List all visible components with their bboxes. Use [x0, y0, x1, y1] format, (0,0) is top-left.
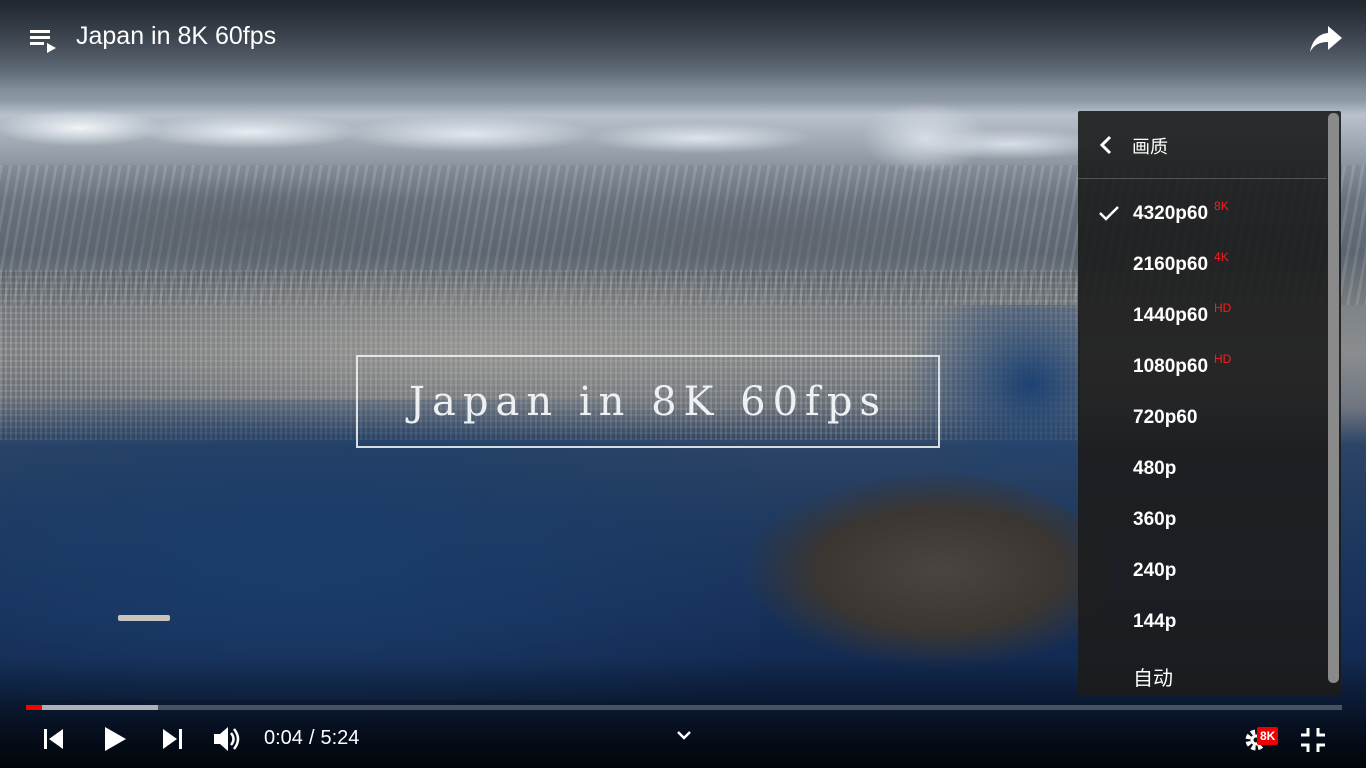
quality-option-label: 自动 — [1133, 668, 1173, 690]
quality-badge: 8K — [1214, 199, 1229, 213]
quality-badge: HD — [1214, 301, 1232, 315]
quality-option-1440p60[interactable]: 1440p60 HD — [1078, 290, 1327, 341]
quality-option-label: 720p60 — [1133, 407, 1198, 428]
top-bar: Japan in 8K 60fps — [0, 0, 1366, 76]
video-overlay-title: Japan in 8K 60fps — [356, 355, 940, 448]
current-time: 0:04 — [264, 727, 303, 749]
hill — [690, 470, 1110, 670]
video-overlay-text: Japan in 8K 60fps — [409, 378, 887, 425]
quality-menu: 画质 4320p60 8K 2160p60 4K 1440p60 HD 1080p60… — [1078, 111, 1341, 695]
progress-bar[interactable] — [26, 705, 1342, 710]
skip-previous-icon[interactable] — [40, 727, 66, 756]
ship — [118, 615, 170, 621]
quality-option-label: 4320p60 8K — [1133, 199, 1229, 224]
quality-option-480p[interactable]: 480p — [1078, 443, 1327, 494]
quality-option-label: 1080p60 HD — [1133, 352, 1232, 377]
time-separator: / — [308, 727, 315, 749]
quality-option-label: 240p — [1133, 560, 1177, 581]
skip-next-icon[interactable] — [160, 727, 186, 756]
settings-quality-badge: 8K — [1257, 727, 1279, 745]
quality-option-label: 1440p60 HD — [1133, 301, 1232, 326]
playlist-icon[interactable] — [28, 26, 58, 54]
quality-option-144p[interactable]: 144p — [1078, 596, 1327, 647]
quality-option-label: 144p — [1133, 611, 1177, 632]
menu-scrollbar[interactable] — [1327, 111, 1341, 695]
quality-option-4320p60[interactable]: 4320p60 8K — [1078, 188, 1327, 239]
progress-played — [26, 705, 43, 710]
quality-option-label: 360p — [1133, 509, 1177, 530]
quality-menu-title: 画质 — [1132, 137, 1168, 157]
quality-badge: 4K — [1214, 250, 1229, 264]
quality-option-auto[interactable]: 自动 — [1078, 647, 1327, 698]
progress-buffered — [26, 705, 158, 710]
duration: 5:24 — [320, 727, 360, 749]
time-display: 0:04/5:24 — [264, 727, 359, 750]
video-player[interactable]: Japan in 8K 60fps Japan in 8K 60fps 画质 4… — [0, 0, 1366, 768]
exit-fullscreen-icon[interactable] — [1298, 725, 1328, 760]
quality-option-1080p60[interactable]: 1080p60 HD — [1078, 341, 1327, 392]
volume-icon[interactable] — [212, 724, 244, 759]
quality-option-360p[interactable]: 360p — [1078, 494, 1327, 545]
check-icon — [1098, 204, 1120, 222]
quality-badge: HD — [1214, 352, 1232, 366]
play-icon[interactable] — [101, 724, 129, 759]
quality-menu-back-button[interactable]: 画质 — [1078, 111, 1327, 179]
chevron-left-icon — [1098, 134, 1114, 156]
chevron-down-icon[interactable] — [675, 728, 693, 747]
quality-option-2160p60[interactable]: 2160p60 4K — [1078, 239, 1327, 290]
share-icon[interactable] — [1308, 22, 1344, 54]
quality-option-240p[interactable]: 240p — [1078, 545, 1327, 596]
menu-scrollbar-thumb[interactable] — [1328, 113, 1339, 683]
video-title[interactable]: Japan in 8K 60fps — [76, 22, 276, 51]
quality-option-label: 480p — [1133, 458, 1177, 479]
quality-option-720p60[interactable]: 720p60 — [1078, 392, 1327, 443]
quality-option-label: 2160p60 4K — [1133, 250, 1229, 275]
